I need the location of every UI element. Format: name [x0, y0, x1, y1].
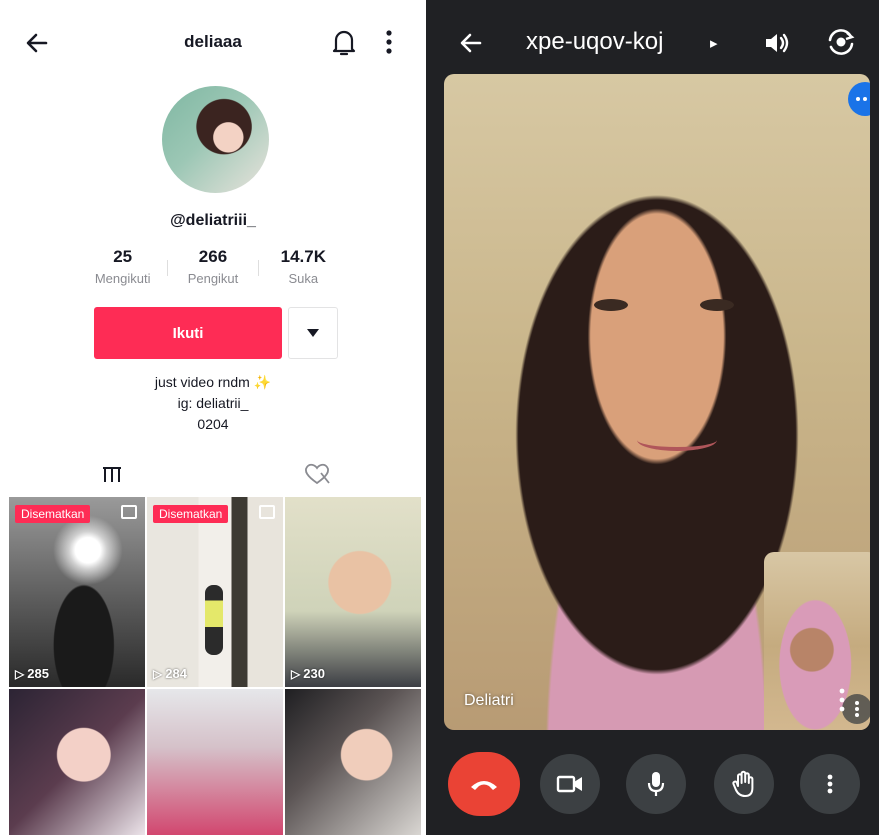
more-vertical-icon — [855, 701, 859, 717]
end-call-icon — [471, 781, 497, 790]
profile-tabs — [0, 452, 426, 496]
stat-likes: 14.7K Suka — [259, 246, 348, 294]
stat-label: Suka — [288, 271, 319, 286]
toggle-camera-button[interactable] — [540, 754, 600, 814]
video-thumbnail[interactable]: Disematkan ▷ 284 — [147, 497, 283, 687]
photo-icon — [259, 505, 275, 519]
view-count-value: 230 — [303, 666, 325, 681]
stat-following[interactable]: 25 Mengikuti — [78, 246, 167, 294]
bio-line: ig: deliatrii_ — [177, 395, 249, 411]
dropdown-triangle-icon — [307, 329, 319, 337]
stat-value: 266 — [198, 247, 228, 266]
participant-name: Deliatri — [464, 692, 514, 709]
profile-bio: just video rndm ✨ ig: deliatrii_ 0204 — [0, 372, 426, 435]
call-controls — [426, 752, 879, 816]
view-count-value: 284 — [165, 666, 187, 681]
view-count-value: 285 — [27, 666, 49, 681]
play-icon: ▷ — [15, 666, 25, 681]
view-count: ▷ 230 — [291, 666, 325, 681]
call-top-bar: xpe-uqov-koj ▸ — [426, 18, 879, 66]
stat-followers[interactable]: 266 Pengikut — [168, 246, 257, 294]
end-call-button[interactable] — [448, 752, 520, 816]
back-arrow-icon[interactable] — [456, 28, 486, 58]
video-thumbnail[interactable] — [147, 689, 283, 835]
follow-button[interactable]: Ikuti — [94, 307, 282, 359]
stat-label: Mengikuti — [94, 271, 151, 286]
more-vertical-icon[interactable] — [832, 686, 852, 714]
grid-icon[interactable] — [90, 460, 134, 490]
profile-screen: deliaaa @deliatriii_ 25 Mengikuti 266 Pe… — [0, 0, 426, 835]
thumbnail-figure — [205, 585, 223, 655]
view-count: ▷ 285 — [15, 666, 49, 681]
stat-value: 14.7K — [280, 247, 326, 266]
sparkle-icon: ✨ — [253, 374, 272, 390]
video-thumbnail[interactable] — [285, 689, 421, 835]
pinned-badge: Disematkan — [15, 505, 91, 523]
meeting-code[interactable]: xpe-uqov-koj — [526, 28, 663, 56]
video-thumbnail[interactable]: Disematkan ▷ 285 — [9, 497, 145, 687]
raise-hand-button[interactable] — [714, 754, 774, 814]
bio-line: 0204 — [197, 416, 229, 432]
more-vertical-icon — [827, 774, 833, 794]
bell-icon[interactable] — [330, 26, 358, 58]
profile-username: deliaaa — [184, 32, 242, 51]
participant-mouth — [637, 429, 717, 451]
stat-label: Pengikut — [187, 271, 239, 286]
suggested-accounts-button[interactable] — [288, 307, 338, 359]
play-icon: ▷ — [153, 666, 163, 681]
play-icon: ▷ — [291, 666, 301, 681]
video-call-screen: xpe-uqov-koj ▸ Deliatri — [426, 0, 879, 835]
video-camera-icon — [556, 775, 582, 793]
main-video-tile[interactable]: Deliatri — [444, 74, 870, 730]
participant-eyes — [594, 299, 734, 313]
video-thumbnail[interactable] — [9, 689, 145, 835]
more-options-button[interactable] — [800, 754, 860, 814]
photo-icon — [121, 505, 137, 519]
liked-hidden-icon[interactable] — [300, 458, 334, 488]
avatar[interactable] — [162, 86, 269, 193]
view-count: ▷ 284 — [153, 666, 187, 681]
speaker-icon[interactable] — [762, 28, 792, 58]
video-grid: Disematkan ▷ 285 Disematkan ▷ 284 ▷ 230 — [9, 497, 422, 835]
stat-value: 25 — [113, 247, 133, 266]
camera-switch-icon[interactable] — [824, 26, 858, 58]
self-view-tile[interactable] — [764, 552, 870, 730]
more-vertical-icon[interactable] — [380, 26, 398, 58]
raise-hand-icon — [732, 770, 754, 797]
profile-top-bar: deliaaa — [0, 18, 426, 66]
pinned-badge: Disematkan — [153, 505, 229, 523]
toggle-mic-button[interactable] — [626, 754, 686, 814]
participant-options-icon[interactable] — [848, 82, 870, 116]
profile-handle: @deliatriii_ — [170, 212, 256, 229]
profile-stats: 25 Mengikuti 266 Pengikut 14.7K Suka — [78, 246, 348, 294]
microphone-icon — [647, 772, 665, 796]
video-thumbnail[interactable]: ▷ 230 — [285, 497, 421, 687]
bio-line: just video rndm — [154, 374, 250, 390]
caret-right-icon[interactable]: ▸ — [710, 34, 718, 52]
